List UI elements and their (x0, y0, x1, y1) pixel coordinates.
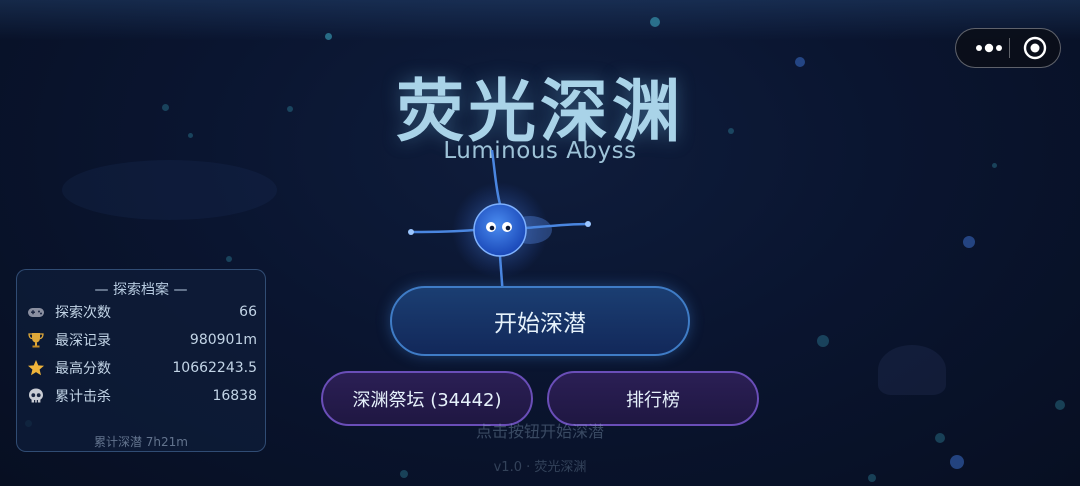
miniprogram-capsule (955, 28, 1061, 68)
star-icon (27, 359, 45, 377)
bubble (226, 256, 232, 262)
gamepad-icon (27, 303, 45, 321)
version-text: v1.0 · 荧光深渊 (493, 460, 587, 475)
target-circle-icon[interactable] (1022, 35, 1048, 61)
bubble (325, 33, 332, 40)
capsule-divider (1009, 38, 1010, 58)
stat-label: 最高分数 (55, 361, 111, 377)
more-dots-icon[interactable] (970, 29, 1008, 67)
trophy-icon (27, 331, 45, 349)
stat-value: 16838 (212, 388, 257, 404)
bubble (817, 335, 829, 347)
skull-icon (27, 387, 45, 405)
fish-silhouette (62, 160, 277, 220)
stat-value: 66 (239, 304, 257, 320)
stat-row-high-score: 最高分数 10662243.5 (27, 357, 257, 379)
bubble (650, 17, 660, 27)
water-surface (0, 0, 1080, 40)
stat-row-deepest-record: 最深记录 980901m (27, 329, 257, 351)
stat-label: 累计击杀 (55, 389, 111, 405)
stat-value: 980901m (189, 332, 257, 348)
bubble (963, 236, 975, 248)
stat-label: 最深记录 (55, 333, 111, 349)
stat-value: 10662243.5 (172, 360, 257, 376)
stat-row-total-kills: 累计击杀 16838 (27, 385, 257, 407)
stat-row-explore-count: 探索次数 66 (27, 301, 257, 323)
exploration-stats-panel: — 探索档案 — 探索次数 66 最深记录 980901m 最高分数 10662… (16, 269, 266, 452)
bubble (1055, 400, 1065, 410)
bubble (868, 474, 876, 482)
jellyfish-silhouette (878, 345, 946, 395)
total-dive-time: 累计深潜 7h21m (93, 435, 188, 449)
start-dive-button[interactable]: 开始深潜 (390, 286, 690, 356)
stat-label: 探索次数 (55, 305, 111, 321)
panel-title: — 探索档案 — (94, 282, 188, 298)
